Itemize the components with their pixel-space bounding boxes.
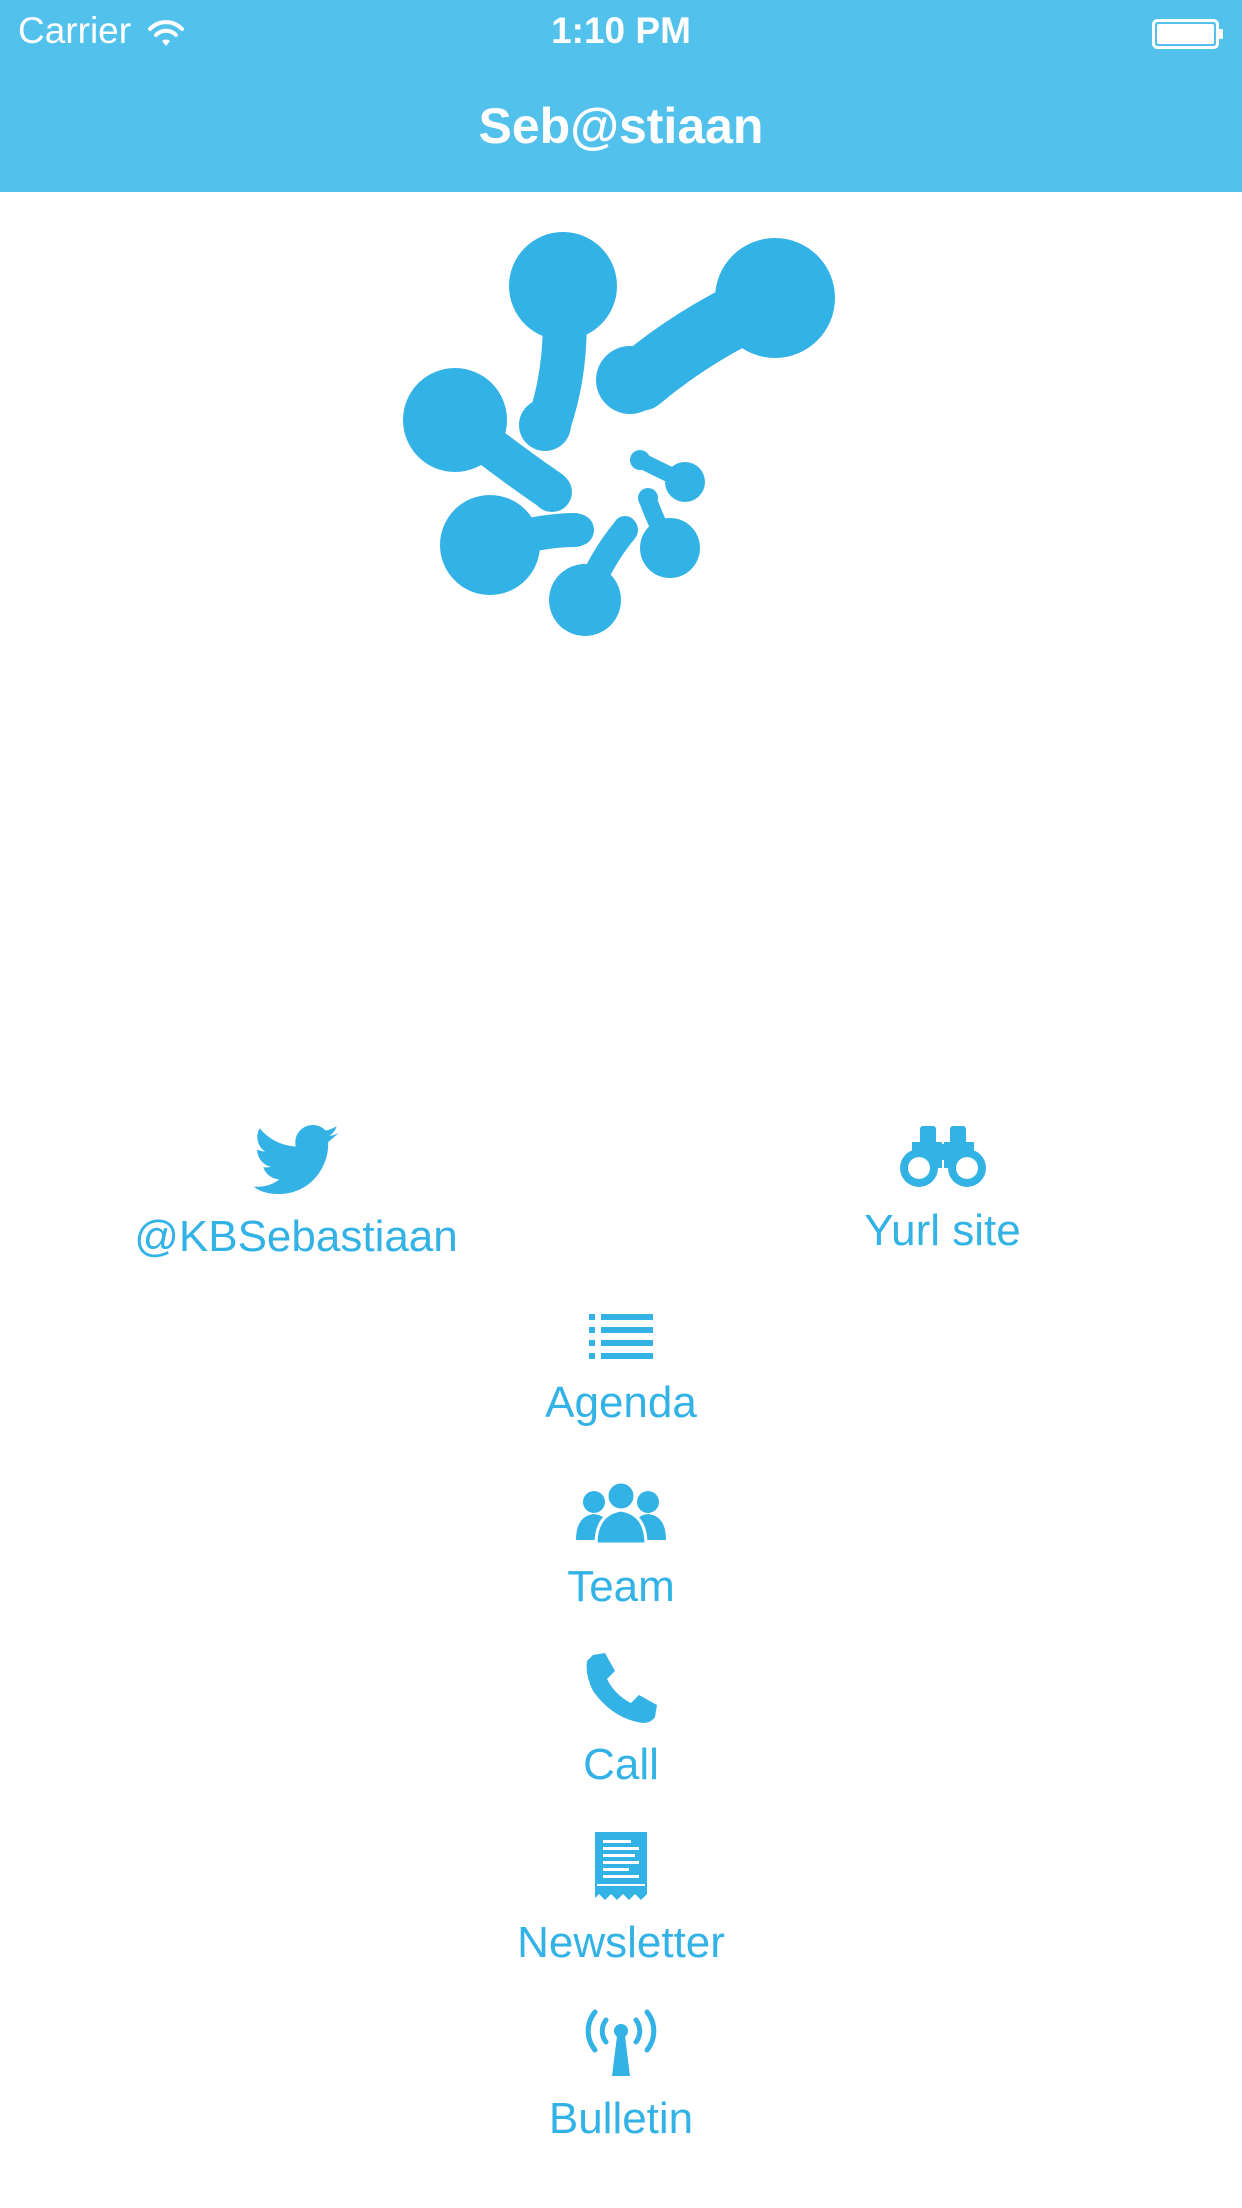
battery-icon	[1152, 16, 1224, 58]
phone-icon	[471, 1652, 771, 1735]
twitter-label: @KBSebastiaan	[134, 1212, 458, 1261]
blob-molecule-logo	[400, 230, 840, 645]
status-bar: Carrier 1:10 PM	[0, 0, 1242, 60]
newsletter-label: Newsletter	[517, 1918, 725, 1967]
website-button[interactable]: Yurl site	[800, 1124, 1085, 1257]
receipt-icon	[471, 1830, 771, 1913]
twitter-bird-icon	[116, 1124, 476, 1207]
binoculars-icon	[800, 1124, 1085, 1201]
bulletin-label: Bulletin	[548, 2094, 694, 2143]
website-label: Yurl site	[864, 1206, 1021, 1255]
newsletter-button[interactable]: Newsletter	[471, 1830, 771, 1969]
people-icon	[471, 1480, 771, 1557]
agenda-button[interactable]: Agenda	[471, 1310, 771, 1429]
agenda-label: Agenda	[545, 1378, 697, 1427]
status-time: 1:10 PM	[551, 10, 691, 51]
call-button[interactable]: Call	[471, 1652, 771, 1791]
team-label: Team	[567, 1562, 675, 1611]
twitter-button[interactable]: @KBSebastiaan	[116, 1124, 476, 1263]
antenna-icon	[471, 2006, 771, 2089]
bulletin-button[interactable]: Bulletin	[471, 2006, 771, 2145]
navigation-bar: Carrier 1:10 PM Seb@stiaan	[0, 0, 1242, 192]
list-icon	[471, 1310, 771, 1373]
team-button[interactable]: Team	[471, 1480, 771, 1613]
page-title: Seb@stiaan	[478, 98, 764, 154]
call-label: Call	[583, 1740, 659, 1789]
